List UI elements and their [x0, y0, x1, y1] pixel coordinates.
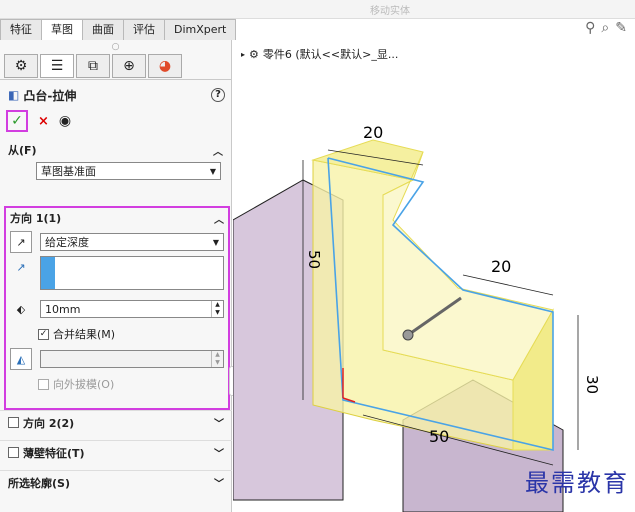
tab-sketch[interactable]: 草图 — [41, 19, 83, 40]
feature-manager-tab-icon[interactable]: ⚙ — [4, 54, 38, 78]
direction2-label: 方向 2(2) — [23, 416, 75, 430]
zoom-area-icon[interactable]: ⌕ — [601, 20, 609, 36]
chevron-down-icon[interactable]: ﹀ — [214, 475, 224, 490]
depth-input[interactable]: 10mm ▲ ▼ — [40, 300, 224, 318]
dim-label[interactable]: 30 — [583, 375, 601, 394]
from-section-header[interactable]: 从(F) ︿ — [0, 140, 231, 160]
boss-extrude-icon: ◧ — [8, 88, 20, 102]
tab-surfaces[interactable]: 曲面 — [82, 19, 124, 40]
direction2-checkbox[interactable] — [8, 417, 19, 428]
merge-result-label: 合并结果(M) — [53, 328, 116, 341]
selected-contours-label: 所选轮廓(S) — [8, 476, 70, 490]
depth-value: 10mm — [45, 302, 81, 316]
direction1-group: 方向 1(1) ︿ ↗ 给定深度 ▼ ↗ ⬖ 10mm ▲ ▼ ✓ 合并结果(M)… — [4, 206, 230, 410]
tab-dimxpert[interactable]: DimXpert — [164, 19, 237, 40]
chevron-down-icon[interactable]: ﹀ — [214, 445, 224, 460]
draft-on-off-icon[interactable]: ◭ — [10, 348, 32, 370]
graphics-area[interactable]: ▸ ⚙ 零件6 (默认<<默认>_显... 20 50 20 30 50 最需教… — [233, 40, 635, 512]
drag-handle[interactable] — [402, 329, 414, 341]
depth-icon: ⬖ — [16, 302, 26, 316]
dimxpert-manager-tab-icon[interactable]: ⊕ — [112, 54, 146, 78]
chevron-up-icon[interactable]: ︿ — [213, 143, 223, 158]
panel-grip[interactable]: ○ — [0, 40, 231, 54]
dim-label[interactable]: 50 — [305, 250, 323, 269]
configuration-manager-tab-icon[interactable]: ⧉ — [76, 54, 110, 78]
merge-result-checkbox[interactable]: ✓ — [38, 328, 49, 340]
from-select-value: 草图基准面 — [41, 165, 96, 178]
ok-button[interactable]: ✓ — [6, 110, 28, 132]
tab-features[interactable]: 特征 — [0, 19, 42, 40]
direction1-header[interactable]: 方向 1(1) ︿ — [6, 208, 228, 228]
direction-of-extrusion-icon: ↗ — [16, 260, 26, 274]
panel-tabs: ⚙ ☰ ⧉ ⊕ ◕ — [0, 54, 231, 80]
direction-selection-value — [55, 257, 59, 289]
direction1-label: 方向 1(1) — [10, 212, 62, 225]
tab-evaluate[interactable]: 评估 — [123, 19, 165, 40]
draft-outward-label: 向外拔模(O) — [53, 378, 115, 391]
thin-feature-section[interactable]: 薄壁特征(T) ﹀ — [0, 440, 232, 464]
draft-angle-spinner: ▲ ▼ — [211, 351, 223, 367]
dim-label[interactable]: 20 — [491, 257, 511, 276]
pm-actions: ✓ × ◉ — [0, 104, 231, 134]
watermark: 最需教育 — [525, 469, 629, 497]
selection-box-accent — [41, 257, 55, 289]
extrude-step-face — [382, 151, 554, 381]
property-manager-tab-icon[interactable]: ☰ — [40, 54, 74, 78]
zoom-icon[interactable]: ⚲ — [585, 20, 595, 36]
thin-feature-label: 薄壁特征(T) — [23, 446, 85, 460]
chevron-down-icon[interactable]: ▼ — [206, 167, 220, 176]
cancel-button[interactable]: × — [38, 114, 49, 129]
chevron-up-icon[interactable]: ︿ — [214, 211, 224, 226]
from-select[interactable]: 草图基准面 ▼ — [36, 162, 221, 180]
end-condition-value: 给定深度 — [45, 236, 89, 249]
direction-selection-box[interactable] — [40, 256, 224, 290]
command-manager-strip: 移动实体 — [0, 0, 635, 19]
thin-feature-checkbox[interactable] — [8, 447, 19, 458]
draft-angle-input: ▲ ▼ — [40, 350, 224, 368]
depth-spinner[interactable]: ▲ ▼ — [211, 301, 223, 317]
pm-title: 凸台-拉伸 — [23, 88, 77, 103]
from-label: 从(F) — [8, 144, 37, 157]
model-preview: 20 50 20 30 50 — [233, 123, 601, 512]
preview-eye-icon[interactable]: ◉ — [59, 113, 71, 129]
command-tabs: 特征 草图 曲面 评估 DimXpert — [0, 19, 237, 40]
display-manager-tab-icon[interactable]: ◕ — [148, 54, 182, 78]
pm-header: ◧ 凸台-拉伸 ? — [0, 80, 231, 104]
chevron-down-icon[interactable]: ▼ — [209, 238, 223, 247]
move-entities-ghost-label: 移动实体 — [370, 6, 410, 17]
view-toolbar: ⚲ ⌕ ✎ — [585, 20, 627, 36]
reverse-direction-icon[interactable]: ↗ — [10, 231, 32, 253]
end-condition-select[interactable]: 给定深度 ▼ — [40, 233, 224, 251]
dim-label[interactable]: 20 — [363, 123, 383, 142]
dim-label[interactable]: 50 — [429, 427, 449, 446]
view-orient-icon[interactable]: ✎ — [615, 20, 627, 36]
draft-outward-checkbox — [38, 378, 49, 390]
direction2-section[interactable]: 方向 2(2) ﹀ — [0, 410, 232, 434]
help-icon[interactable]: ? — [211, 88, 225, 102]
chevron-down-icon[interactable]: ﹀ — [214, 415, 224, 430]
selected-contours-section[interactable]: 所选轮廓(S) ﹀ — [0, 470, 232, 494]
